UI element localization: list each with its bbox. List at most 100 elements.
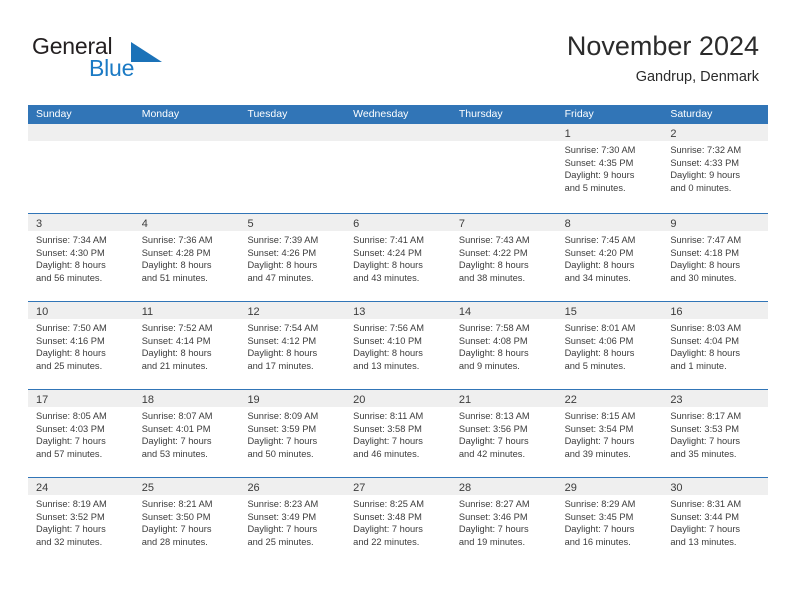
daylight-text-line1: Daylight: 7 hours <box>670 524 741 535</box>
daylight-text-line2: and 51 minutes. <box>141 272 208 283</box>
calendar-day-cell-empty <box>133 124 240 213</box>
daylight-text-line1: Daylight: 9 hours <box>670 170 741 181</box>
daylight-text-line2: and 35 minutes. <box>670 448 737 459</box>
calendar-day-cell[interactable]: 14 Sunrise: 7:58 AM Sunset: 4:08 PM Dayligh… <box>450 302 557 389</box>
sunset-text: Sunset: 4:06 PM <box>564 335 634 346</box>
day-number: 10 <box>36 306 49 318</box>
daylight-text-line2: and 28 minutes. <box>141 536 208 547</box>
calendar-day-cell[interactable]: 22 Sunrise: 8:15 AM Sunset: 3:54 PM Dayligh… <box>556 390 663 477</box>
sunset-text: Sunset: 3:56 PM <box>458 423 528 434</box>
calendar-day-cell[interactable]: 30 Sunrise: 8:31 AM Sunset: 3:44 PM Dayligh… <box>662 478 769 565</box>
calendar-day-cell[interactable]: 23 Sunrise: 8:17 AM Sunset: 3:53 PM Dayligh… <box>662 390 769 477</box>
calendar-day-cell[interactable]: 13 Sunrise: 7:56 AM Sunset: 4:10 PM Dayligh… <box>345 302 451 389</box>
day-number-band: 3 <box>28 214 134 231</box>
calendar-day-cell[interactable]: 6 Sunrise: 7:41 AM Sunset: 4:24 PM Daylight… <box>345 214 451 301</box>
calendar-page: General Blue November 2024 Gandrup, Denm… <box>0 0 792 612</box>
calendar-day-cell-empty <box>450 124 557 213</box>
sunrise-text: Sunrise: 8:27 AM <box>458 499 530 509</box>
sunrise-text: Sunrise: 8:25 AM <box>353 499 424 509</box>
day-details: Sunrise: 8:23 AM Sunset: 3:49 PM Daylight:… <box>239 495 345 548</box>
calendar-day-cell[interactable]: 26 Sunrise: 8:23 AM Sunset: 3:49 PM Dayligh… <box>239 478 346 565</box>
sunset-text: Sunset: 3:45 PM <box>564 511 634 522</box>
calendar-day-cell[interactable]: 7 Sunrise: 7:43 AM Sunset: 4:22 PM Daylight… <box>450 214 557 301</box>
daylight-text-line1: Daylight: 7 hours <box>36 436 106 447</box>
calendar-week-row: 24 Sunrise: 8:19 AM Sunset: 3:52 PM Dayligh… <box>28 477 769 565</box>
day-details: Sunrise: 8:01 AM Sunset: 4:06 PM Daylight:… <box>557 319 663 372</box>
calendar-day-cell[interactable]: 24 Sunrise: 8:19 AM Sunset: 3:52 PM Dayligh… <box>28 478 134 565</box>
sunset-text: Sunset: 4:35 PM <box>564 157 634 168</box>
sunrise-text: Sunrise: 8:13 AM <box>458 411 530 421</box>
calendar-day-cell-empty <box>239 124 346 213</box>
calendar-day-cell[interactable]: 3 Sunrise: 7:34 AM Sunset: 4:30 PM Daylight… <box>28 214 134 301</box>
sunrise-text: Sunrise: 7:34 AM <box>36 235 107 245</box>
calendar-day-cell[interactable]: 10 Sunrise: 7:50 AM Sunset: 4:16 PM Dayligh… <box>28 302 134 389</box>
calendar-day-cell[interactable]: 21 Sunrise: 8:13 AM Sunset: 3:56 PM Dayligh… <box>450 390 557 477</box>
sunrise-text: Sunrise: 7:50 AM <box>36 323 107 333</box>
calendar-day-cell[interactable]: 4 Sunrise: 7:36 AM Sunset: 4:28 PM Daylight… <box>133 214 240 301</box>
day-number-band: 5 <box>239 214 346 231</box>
sunrise-text: Sunrise: 7:56 AM <box>353 323 424 333</box>
weekday-header-sunday: Sunday <box>36 108 72 120</box>
day-details: Sunrise: 8:05 AM Sunset: 4:03 PM Daylight:… <box>28 407 134 460</box>
sunrise-text: Sunrise: 7:58 AM <box>458 323 530 333</box>
day-details: Sunrise: 7:30 AM Sunset: 4:35 PM Daylight:… <box>557 141 663 194</box>
daylight-text-line1: Daylight: 9 hours <box>564 170 635 181</box>
calendar-day-cell-empty <box>345 124 451 213</box>
day-number: 24 <box>36 482 49 494</box>
day-number-band: 12 <box>239 302 346 319</box>
day-details: Sunrise: 7:41 AM Sunset: 4:24 PM Daylight:… <box>345 231 451 284</box>
calendar-week-row: 17 Sunrise: 8:05 AM Sunset: 4:03 PM Dayligh… <box>28 389 769 477</box>
general-blue-logo: General Blue <box>32 33 232 91</box>
daylight-text-line2: and 25 minutes. <box>36 360 103 371</box>
daylight-text-line2: and 17 minutes. <box>247 360 314 371</box>
day-number-band: 30 <box>662 478 769 495</box>
calendar-day-cell[interactable]: 11 Sunrise: 7:52 AM Sunset: 4:14 PM Dayligh… <box>133 302 240 389</box>
daylight-text-line2: and 43 minutes. <box>353 272 420 283</box>
daylight-text-line2: and 38 minutes. <box>458 272 526 283</box>
day-details: Sunrise: 8:11 AM Sunset: 3:58 PM Daylight:… <box>345 407 451 460</box>
sunset-text: Sunset: 3:49 PM <box>247 511 317 522</box>
daylight-text-line2: and 5 minutes. <box>564 360 626 371</box>
calendar-day-cell[interactable]: 18 Sunrise: 8:07 AM Sunset: 4:01 PM Dayligh… <box>133 390 240 477</box>
sunrise-text: Sunrise: 8:03 AM <box>670 323 742 333</box>
day-details: Sunrise: 8:03 AM Sunset: 4:04 PM Daylight:… <box>662 319 768 372</box>
sunrise-text: Sunrise: 8:11 AM <box>353 411 424 421</box>
daylight-text-line2: and 1 minute. <box>670 360 727 371</box>
calendar-day-cell[interactable]: 15 Sunrise: 8:01 AM Sunset: 4:06 PM Dayligh… <box>556 302 663 389</box>
calendar-day-cell[interactable]: 27 Sunrise: 8:25 AM Sunset: 3:48 PM Dayligh… <box>345 478 451 565</box>
calendar-day-cell[interactable]: 29 Sunrise: 8:29 AM Sunset: 3:45 PM Dayligh… <box>556 478 663 565</box>
daylight-text-line2: and 16 minutes. <box>564 536 631 547</box>
calendar-day-cell[interactable]: 20 Sunrise: 8:11 AM Sunset: 3:58 PM Dayligh… <box>345 390 451 477</box>
day-details: Sunrise: 7:36 AM Sunset: 4:28 PM Daylight:… <box>134 231 240 284</box>
calendar-week-row: 1 Sunrise: 7:30 AM Sunset: 4:35 PM Daylight… <box>28 124 769 213</box>
daylight-text-line1: Daylight: 8 hours <box>36 348 106 359</box>
day-number-band <box>133 124 240 141</box>
calendar-day-cell[interactable]: 25 Sunrise: 8:21 AM Sunset: 3:50 PM Dayligh… <box>133 478 240 565</box>
calendar-day-cell[interactable]: 5 Sunrise: 7:39 AM Sunset: 4:26 PM Daylight… <box>239 214 346 301</box>
day-number-band: 1 <box>556 124 663 141</box>
daylight-text-line2: and 39 minutes. <box>564 448 631 459</box>
sunset-text: Sunset: 4:03 PM <box>36 423 105 434</box>
daylight-text-line1: Daylight: 8 hours <box>353 260 423 271</box>
calendar-day-cell[interactable]: 1 Sunrise: 7:30 AM Sunset: 4:35 PM Daylight… <box>556 124 663 213</box>
calendar-day-cell[interactable]: 12 Sunrise: 7:54 AM Sunset: 4:12 PM Dayligh… <box>239 302 346 389</box>
daylight-text-line1: Daylight: 7 hours <box>670 436 741 447</box>
daylight-text-line1: Daylight: 7 hours <box>141 436 212 447</box>
day-number-band: 23 <box>662 390 769 407</box>
day-details: Sunrise: 8:17 AM Sunset: 3:53 PM Daylight:… <box>662 407 768 460</box>
calendar-day-cell[interactable]: 28 Sunrise: 8:27 AM Sunset: 3:46 PM Dayligh… <box>450 478 557 565</box>
day-number-band: 10 <box>28 302 134 319</box>
calendar-day-cell[interactable]: 16 Sunrise: 8:03 AM Sunset: 4:04 PM Dayligh… <box>662 302 769 389</box>
daylight-text-line2: and 30 minutes. <box>670 272 737 283</box>
daylight-text-line1: Daylight: 8 hours <box>670 260 741 271</box>
calendar-day-cell[interactable]: 8 Sunrise: 7:45 AM Sunset: 4:20 PM Daylight… <box>556 214 663 301</box>
calendar-day-cell[interactable]: 9 Sunrise: 7:47 AM Sunset: 4:18 PM Daylight… <box>662 214 769 301</box>
day-number: 13 <box>353 306 366 318</box>
calendar-weeks: 1 Sunrise: 7:30 AM Sunset: 4:35 PM Daylight… <box>28 124 769 565</box>
weekday-header-monday: Monday <box>141 108 180 120</box>
sunset-text: Sunset: 3:48 PM <box>353 511 422 522</box>
calendar-day-cell[interactable]: 19 Sunrise: 8:09 AM Sunset: 3:59 PM Dayligh… <box>239 390 346 477</box>
calendar-day-cell[interactable]: 2 Sunrise: 7:32 AM Sunset: 4:33 PM Daylight… <box>662 124 769 213</box>
day-details: Sunrise: 7:34 AM Sunset: 4:30 PM Daylight:… <box>28 231 134 284</box>
calendar-day-cell[interactable]: 17 Sunrise: 8:05 AM Sunset: 4:03 PM Dayligh… <box>28 390 134 477</box>
